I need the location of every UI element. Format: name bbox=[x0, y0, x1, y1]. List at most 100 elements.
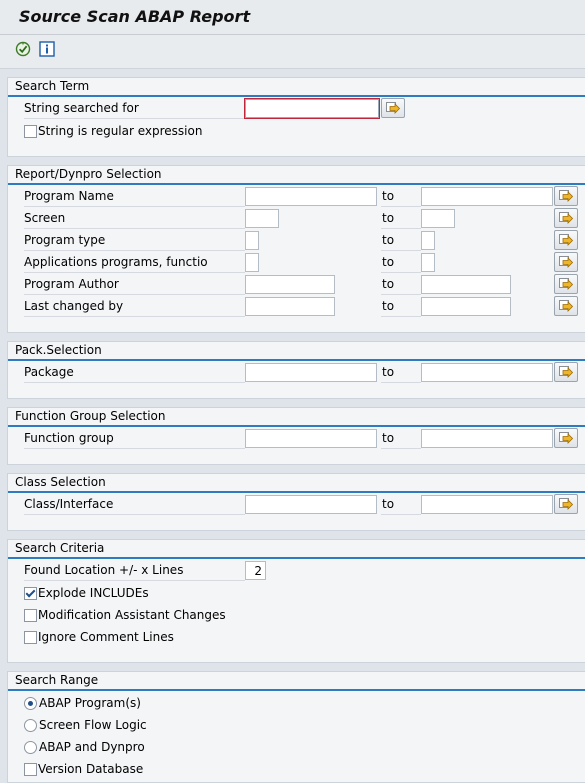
found-location-lines-input[interactable] bbox=[245, 561, 266, 580]
application-programs-from-input[interactable] bbox=[245, 253, 259, 272]
info-icon[interactable] bbox=[39, 41, 55, 57]
program-name-multiple-selection-button[interactable] bbox=[554, 186, 578, 206]
search-term-group: Search Term String searched for String i… bbox=[7, 77, 585, 157]
class-interface-multiple-selection-button[interactable] bbox=[554, 494, 578, 514]
class-selection-group: Class Selection Class/Interface to bbox=[7, 473, 585, 531]
group-divider bbox=[8, 557, 585, 559]
version-database-label: Version Database bbox=[38, 762, 144, 776]
program-author-label: Program Author bbox=[24, 275, 245, 295]
screen-label: Screen bbox=[24, 209, 245, 229]
group-divider bbox=[8, 689, 585, 691]
program-name-to-input[interactable] bbox=[421, 187, 553, 206]
multiple-selection-button[interactable] bbox=[381, 98, 405, 118]
explode-includes-label: Explode INCLUDEs bbox=[38, 586, 149, 600]
ignore-comment-lines-label: Ignore Comment Lines bbox=[38, 630, 174, 644]
modification-assistant-label: Modification Assistant Changes bbox=[38, 608, 226, 622]
program-type-multiple-selection-button[interactable] bbox=[554, 230, 578, 250]
group-divider bbox=[8, 183, 585, 185]
package-label: Package bbox=[24, 363, 245, 383]
function-group-to-input[interactable] bbox=[421, 429, 553, 448]
to-label: to bbox=[381, 231, 421, 251]
group-title: Report/Dynpro Selection bbox=[15, 167, 162, 181]
class-interface-to-input[interactable] bbox=[421, 495, 553, 514]
program-type-to-input[interactable] bbox=[421, 231, 435, 250]
arrow-right-icon bbox=[559, 256, 574, 268]
to-label: to bbox=[381, 363, 421, 383]
abap-and-dynpro-label: ABAP and Dynpro bbox=[39, 740, 145, 754]
page-title: Source Scan ABAP Report bbox=[19, 7, 251, 26]
to-label: to bbox=[381, 275, 421, 295]
arrow-right-icon bbox=[559, 278, 574, 290]
modification-assistant-checkbox[interactable] bbox=[24, 609, 37, 622]
search-criteria-group: Search Criteria Found Location +/- x Lin… bbox=[7, 539, 585, 663]
function-group-from-input[interactable] bbox=[245, 429, 377, 448]
group-divider bbox=[8, 359, 585, 361]
application-programs-to-input[interactable] bbox=[421, 253, 435, 272]
program-type-label: Program type bbox=[24, 231, 245, 251]
screen-to-input[interactable] bbox=[421, 209, 455, 228]
to-label: to bbox=[381, 297, 421, 317]
class-interface-from-input[interactable] bbox=[245, 495, 377, 514]
group-divider bbox=[8, 491, 585, 493]
arrow-right-icon bbox=[559, 212, 574, 224]
abap-programs-label: ABAP Program(s) bbox=[39, 696, 141, 710]
program-author-multiple-selection-button[interactable] bbox=[554, 274, 578, 294]
application-programs-label: Applications programs, functio bbox=[24, 253, 245, 273]
screen-from-input[interactable] bbox=[245, 209, 279, 228]
arrow-right-icon bbox=[559, 366, 574, 378]
regex-checkbox[interactable] bbox=[24, 125, 37, 138]
function-group-selection-group: Function Group Selection Function group … bbox=[7, 407, 585, 465]
to-label: to bbox=[381, 495, 421, 515]
arrow-right-icon bbox=[386, 102, 401, 114]
search-range-group: Search Range ABAP Program(s) Screen Flow… bbox=[7, 671, 585, 783]
group-title: Search Criteria bbox=[15, 541, 105, 555]
group-title: Function Group Selection bbox=[15, 409, 166, 423]
last-changed-by-multiple-selection-button[interactable] bbox=[554, 296, 578, 316]
screen-flow-logic-radio[interactable] bbox=[24, 719, 37, 732]
package-from-input[interactable] bbox=[245, 363, 377, 382]
program-author-from-input[interactable] bbox=[245, 275, 335, 294]
to-label: to bbox=[381, 209, 421, 229]
application-toolbar bbox=[0, 35, 585, 69]
screen-flow-logic-label: Screen Flow Logic bbox=[39, 718, 147, 732]
package-to-input[interactable] bbox=[421, 363, 553, 382]
program-type-from-input[interactable] bbox=[245, 231, 259, 250]
abap-programs-radio[interactable] bbox=[24, 697, 37, 710]
version-database-checkbox[interactable] bbox=[24, 763, 37, 776]
title-bar: Source Scan ABAP Report bbox=[0, 0, 585, 35]
arrow-right-icon bbox=[559, 498, 574, 510]
pack-selection-group: Pack.Selection Package to bbox=[7, 341, 585, 399]
last-changed-by-to-input[interactable] bbox=[421, 297, 511, 316]
group-title: Search Range bbox=[15, 673, 99, 687]
to-label: to bbox=[381, 187, 421, 207]
last-changed-by-from-input[interactable] bbox=[245, 297, 335, 316]
arrow-right-icon bbox=[559, 234, 574, 246]
group-divider bbox=[8, 425, 585, 427]
execute-icon[interactable] bbox=[15, 41, 31, 57]
arrow-right-icon bbox=[559, 432, 574, 444]
regex-label: String is regular expression bbox=[38, 124, 203, 138]
to-label: to bbox=[381, 253, 421, 273]
group-divider bbox=[8, 95, 585, 97]
explode-includes-checkbox[interactable] bbox=[24, 587, 37, 600]
string-searched-input[interactable] bbox=[244, 98, 380, 119]
found-location-lines-label: Found Location +/- x Lines bbox=[24, 561, 245, 581]
string-searched-label: String searched for bbox=[24, 99, 245, 119]
to-label: to bbox=[381, 429, 421, 449]
function-group-multiple-selection-button[interactable] bbox=[554, 428, 578, 448]
program-author-to-input[interactable] bbox=[421, 275, 511, 294]
package-multiple-selection-button[interactable] bbox=[554, 362, 578, 382]
group-title: Pack.Selection bbox=[15, 343, 102, 357]
group-title: Search Term bbox=[15, 79, 90, 93]
screen-multiple-selection-button[interactable] bbox=[554, 208, 578, 228]
application-programs-multiple-selection-button[interactable] bbox=[554, 252, 578, 272]
ignore-comment-lines-checkbox[interactable] bbox=[24, 631, 37, 644]
program-name-from-input[interactable] bbox=[245, 187, 377, 206]
arrow-right-icon bbox=[559, 300, 574, 312]
abap-and-dynpro-radio[interactable] bbox=[24, 741, 37, 754]
program-name-label: Program Name bbox=[24, 187, 245, 207]
class-interface-label: Class/Interface bbox=[24, 495, 245, 515]
last-changed-by-label: Last changed by bbox=[24, 297, 245, 317]
arrow-right-icon bbox=[559, 190, 574, 202]
group-title: Class Selection bbox=[15, 475, 106, 489]
